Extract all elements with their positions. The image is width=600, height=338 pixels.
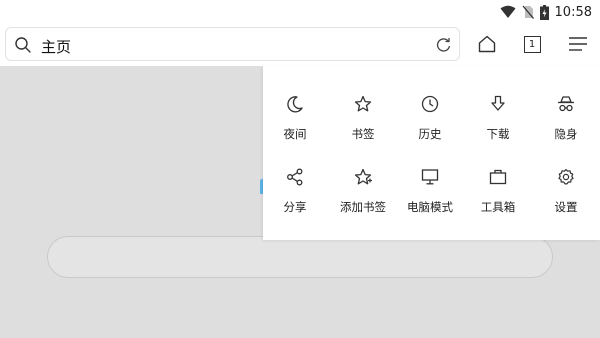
status-time: 10:58 [554, 4, 592, 20]
tab-count: 1 [523, 35, 541, 53]
address-bar[interactable]: 主页 [5, 27, 460, 61]
menu-label: 隐身 [554, 127, 578, 141]
home-search-box[interactable] [47, 236, 553, 278]
menu-label: 添加书签 [340, 200, 386, 214]
menu-label: 历史 [418, 127, 442, 141]
menu-label: 设置 [554, 200, 578, 214]
menu-item-downloads[interactable]: 下载 [466, 94, 530, 154]
search-icon [15, 37, 31, 53]
gear-icon [558, 168, 574, 185]
moon-icon [287, 96, 303, 113]
tabs-button[interactable]: 1 [520, 32, 544, 56]
star-add-icon [354, 168, 372, 185]
browser-top-bar: 10:58 主页 1 [0, 0, 600, 66]
menu-label: 夜间 [283, 127, 307, 141]
star-icon [354, 95, 372, 112]
overflow-menu: 夜间 书签 历史 下载 隐身 分享 添加书签 电脑模式 工具箱 设置 [263, 66, 600, 240]
menu-item-share[interactable]: 分享 [263, 167, 327, 227]
menu-label: 分享 [283, 200, 307, 214]
menu-item-toolbox[interactable]: 工具箱 [466, 167, 530, 227]
menu-label: 书签 [351, 127, 375, 141]
status-bar: 10:58 [500, 2, 592, 22]
menu-item-desktop-mode[interactable]: 电脑模式 [398, 167, 462, 227]
home-button[interactable] [475, 32, 499, 56]
monitor-icon [421, 169, 439, 185]
clock-icon [421, 95, 439, 113]
home-icon [478, 35, 496, 53]
menu-item-bookmarks[interactable]: 书签 [331, 94, 395, 154]
menu-label: 电脑模式 [407, 200, 453, 214]
incognito-icon [558, 96, 574, 112]
share-icon [287, 168, 303, 186]
menu-item-history[interactable]: 历史 [398, 94, 462, 154]
menu-label: 工具箱 [480, 200, 516, 214]
menu-item-incognito[interactable]: 隐身 [534, 94, 598, 154]
toolbox-icon [489, 169, 507, 185]
download-icon [491, 95, 505, 111]
battery-icon [539, 4, 549, 20]
page-title: 主页 [41, 38, 72, 56]
no-sim-icon [522, 5, 534, 19]
menu-item-settings[interactable]: 设置 [534, 167, 598, 227]
menu-item-night[interactable]: 夜间 [263, 94, 327, 154]
refresh-icon[interactable] [435, 36, 452, 53]
menu-item-add-bookmark[interactable]: 添加书签 [331, 167, 395, 227]
menu-label: 下载 [486, 127, 510, 141]
menu-button[interactable] [566, 32, 590, 56]
menu-icon [569, 37, 587, 51]
wifi-icon [500, 5, 516, 18]
